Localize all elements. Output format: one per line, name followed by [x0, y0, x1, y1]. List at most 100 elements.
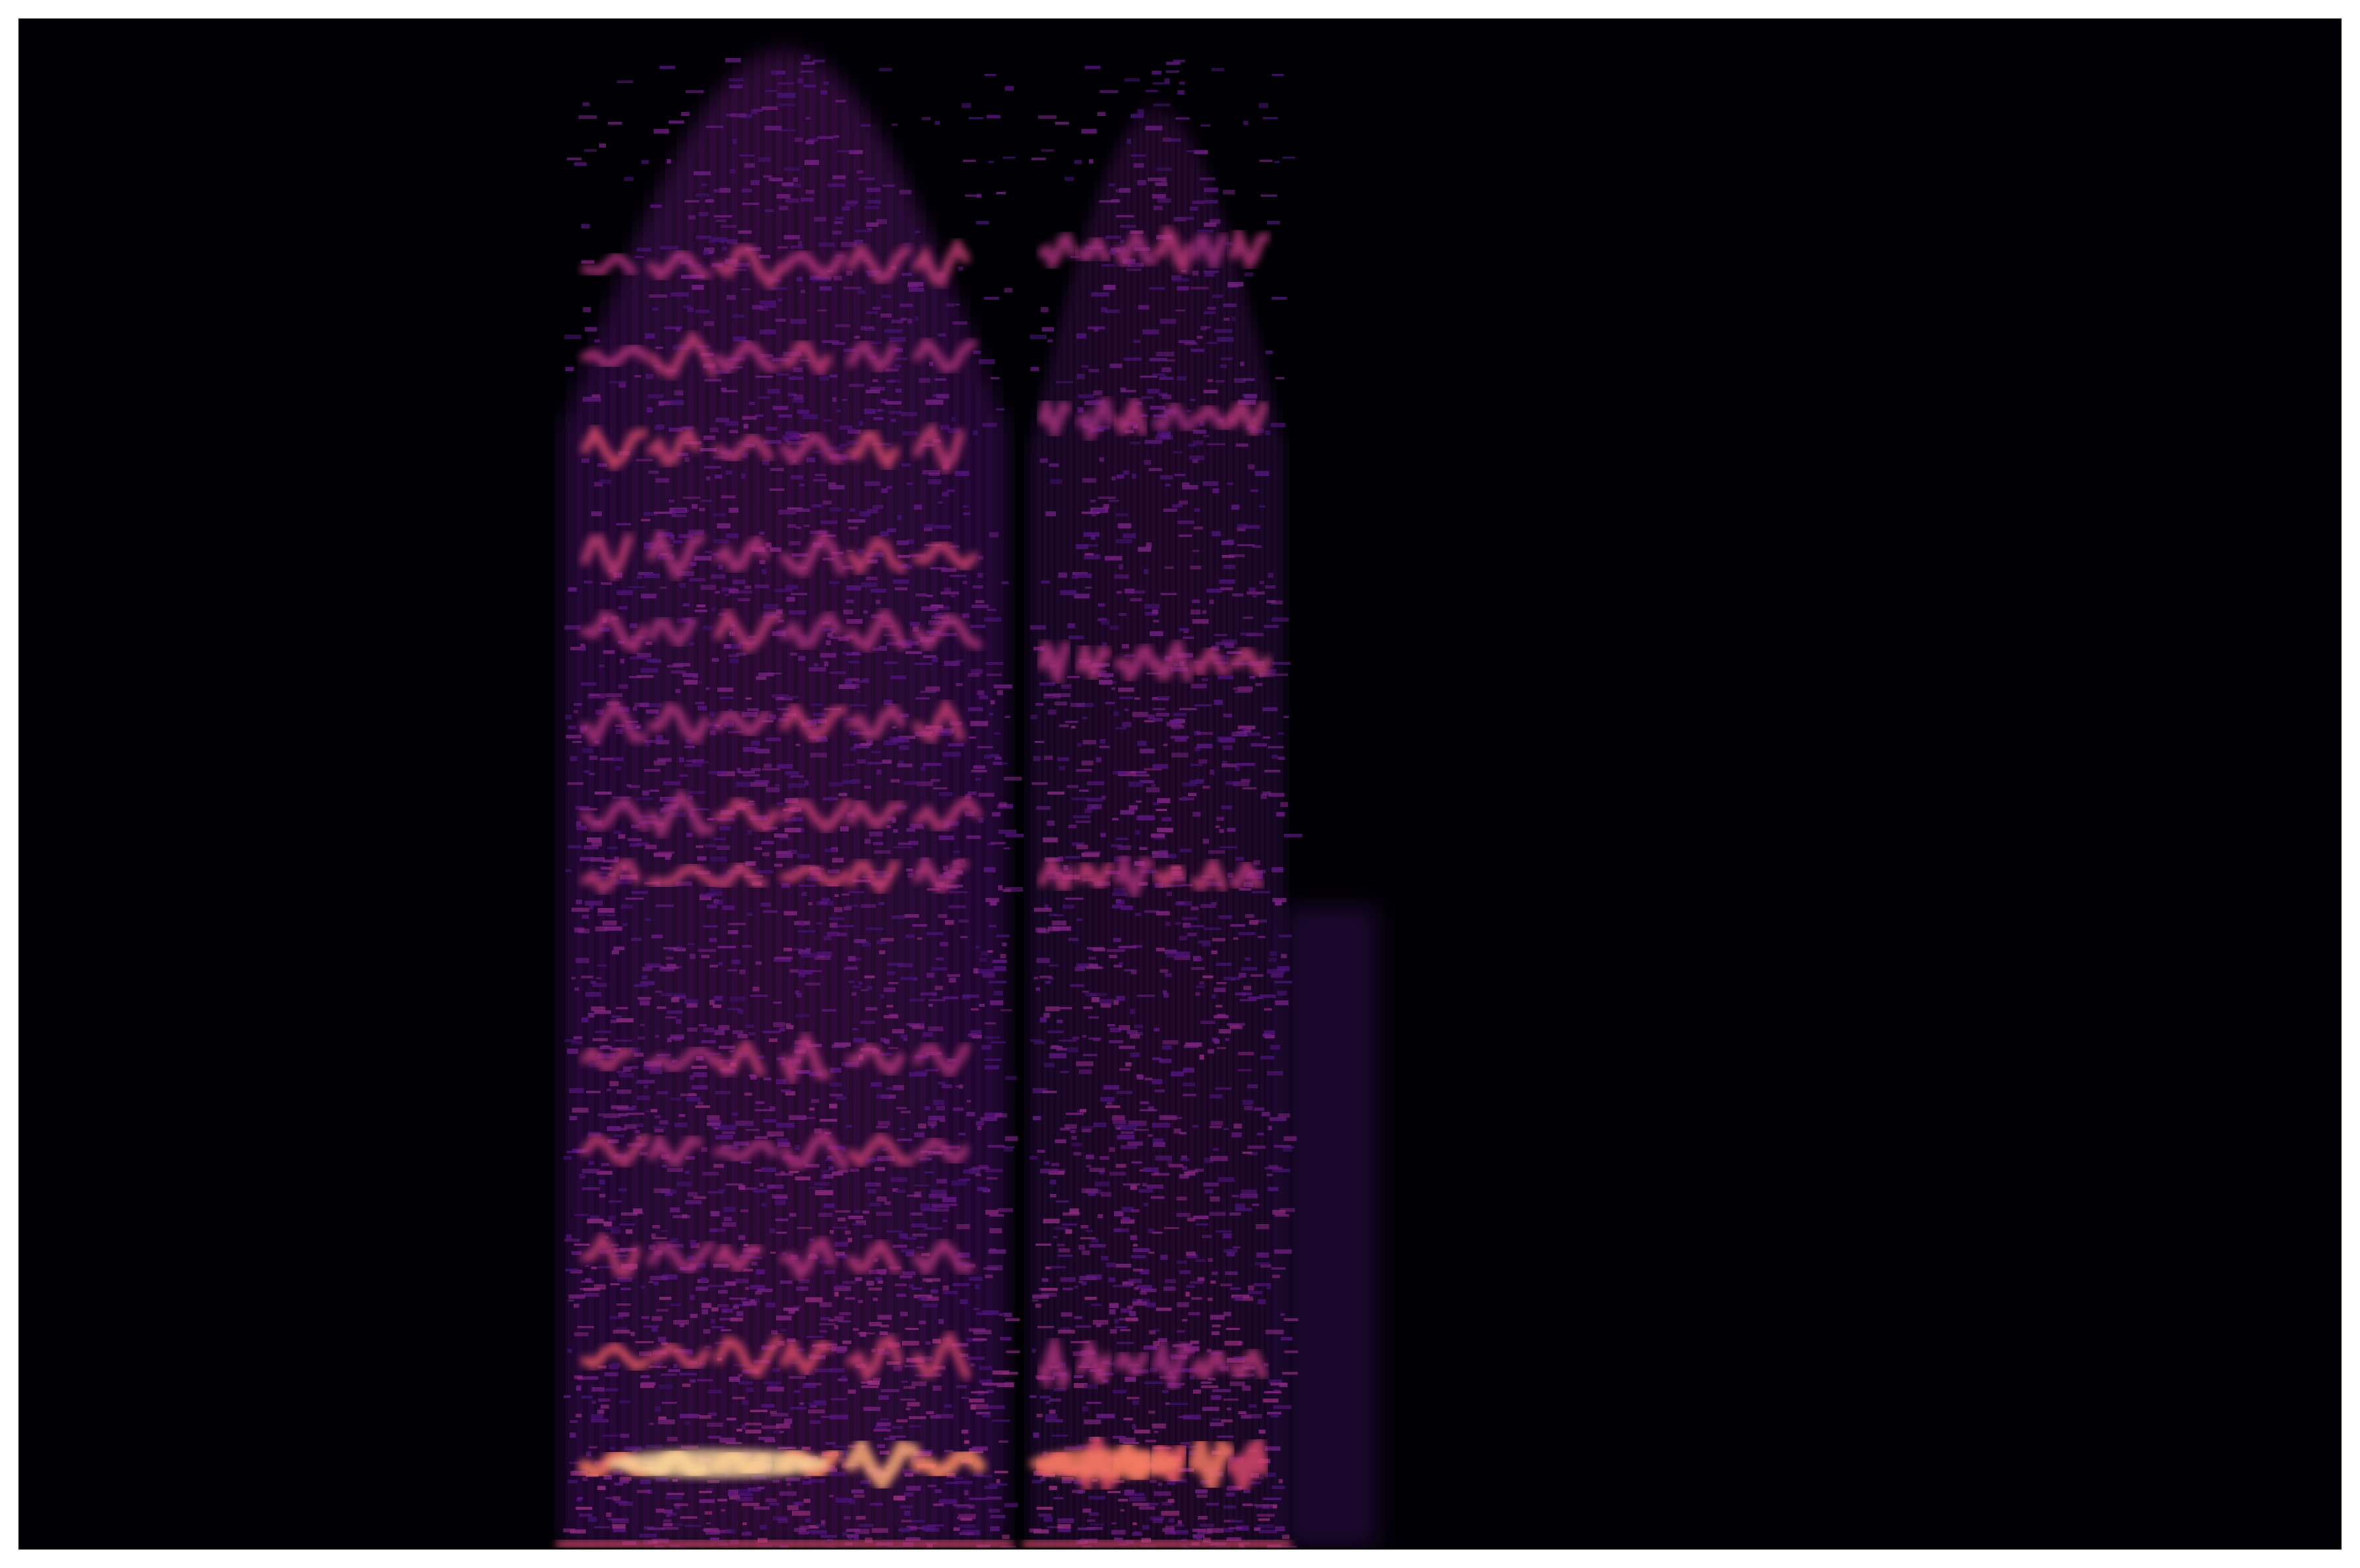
speckle-1-1289 [679, 1372, 697, 1376]
speckle-2-812 [1189, 455, 1204, 461]
speckle-1-1931 [589, 904, 594, 910]
speckle-1-486 [583, 769, 590, 773]
speckle-2-822 [1053, 1235, 1058, 1239]
speckle-2-326 [1124, 78, 1140, 82]
speckle-1-380 [597, 1113, 604, 1117]
speckle-1-1885 [725, 533, 739, 539]
speckle-2-137 [1196, 1494, 1208, 1498]
speckle-1-1707 [947, 974, 960, 977]
speckle-2-253 [1117, 1091, 1132, 1095]
speckle-1-111 [568, 845, 582, 849]
speckle-1-1506 [828, 484, 845, 490]
speckle-2-152 [1193, 550, 1200, 552]
speckle-2-554 [1199, 981, 1204, 985]
speckle-1-1812 [818, 1212, 833, 1217]
speckle-2-723 [1120, 239, 1125, 244]
speckle-2-1420 [1156, 1307, 1172, 1311]
speckle-1-1273 [590, 981, 597, 984]
speckle-2-215 [1146, 389, 1160, 394]
speckle-1-1886 [671, 670, 686, 674]
speckle-1-1381 [955, 682, 963, 686]
speckle-2-150 [1138, 546, 1152, 552]
speckle-1-373 [805, 189, 814, 194]
speckle-2-396 [1057, 1255, 1073, 1257]
speckle-2-1090 [1071, 1142, 1083, 1147]
speckle-2-367 [1151, 1173, 1169, 1176]
speckle-2-857 [1029, 1156, 1038, 1160]
speckle-1-535 [847, 519, 866, 523]
speckle-1-153 [869, 1322, 882, 1326]
speckle-1-2589 [730, 113, 746, 117]
speckle-1-327 [695, 193, 709, 197]
speckle-1-674 [984, 1065, 999, 1070]
speckle-1-2011 [581, 645, 586, 651]
speckle-2-1333 [1086, 797, 1103, 802]
speckle-2-1330 [1180, 1158, 1190, 1161]
speckle-1-1804 [843, 906, 852, 911]
speckle-1-2560 [744, 1422, 762, 1425]
speckle-2-811 [1190, 764, 1203, 766]
speckle-2-1465 [1109, 1309, 1116, 1315]
speckle-2-227 [1138, 1189, 1154, 1193]
speckle-2-550 [1255, 682, 1262, 686]
speckle-1-2171 [671, 292, 689, 297]
speckle-2-1381 [1124, 969, 1134, 972]
speckle-2-920 [1266, 600, 1276, 603]
speckle-2-580 [1041, 1278, 1049, 1282]
speckle-2-695 [1201, 678, 1208, 682]
speckle-1-1389 [777, 1142, 791, 1148]
speckle-2-246 [1089, 1167, 1105, 1172]
speckle-2-997 [1203, 222, 1216, 227]
speckle-2-1027 [1155, 182, 1167, 187]
speckle-2-650 [1164, 566, 1174, 569]
speckle-1-1398 [886, 1087, 903, 1090]
speckle-1-957 [575, 1414, 582, 1418]
speckle-1-2568 [907, 1194, 920, 1197]
speckle-2-966 [1259, 994, 1276, 998]
speckle-2-766 [1187, 793, 1196, 797]
speckle-2-1321 [1032, 1116, 1041, 1121]
speckle-2-1299 [1076, 844, 1088, 849]
speckle-1-1049 [674, 1038, 682, 1041]
speckle-1-1519 [649, 1276, 668, 1280]
speckle-1-1391 [729, 1376, 740, 1382]
speckle-2-1175 [1264, 1391, 1282, 1394]
speckle-1-1814 [962, 581, 967, 584]
speckle-1-1675 [777, 764, 793, 769]
speckle-2-831 [1084, 586, 1092, 589]
speckle-2-535 [1179, 707, 1197, 711]
speckle-2-182 [1038, 1513, 1052, 1517]
speckle-1-647 [823, 419, 832, 422]
speckle-1-2061 [860, 1020, 876, 1025]
speckle-1-2254 [935, 1414, 954, 1419]
speckle-1-2409 [705, 125, 724, 129]
speckle-2-789 [1156, 713, 1169, 717]
speckle-1-2583 [611, 1015, 622, 1018]
speckle-2-1129 [1271, 867, 1284, 872]
speckle-1-60 [639, 1024, 645, 1026]
speckle-2-188 [1219, 829, 1224, 833]
speckle-1-2561 [808, 1187, 822, 1190]
speckle-1-1356 [962, 103, 971, 108]
speckle-1-317 [764, 209, 774, 212]
speckle-1-1552 [874, 850, 891, 854]
speckle-1-190 [1004, 1382, 1014, 1388]
speckle-1-1888 [852, 1223, 865, 1225]
speckle-1-795 [610, 1283, 620, 1286]
speckle-1-1390 [897, 763, 913, 768]
speckle-1-2450 [741, 288, 751, 291]
speckle-2-582 [1032, 1348, 1037, 1354]
speckle-1-1784 [879, 1331, 888, 1336]
speckle-2-1283 [1139, 1109, 1158, 1111]
speckle-2-32 [1038, 115, 1057, 119]
speckle-1-1728 [745, 697, 752, 700]
speckle-2-1188 [1142, 1524, 1150, 1530]
speckle-2-948 [1134, 1287, 1138, 1290]
speckle-2-1060 [1127, 139, 1132, 145]
speckle-2-889 [1231, 316, 1236, 321]
speckle-2-702 [1214, 987, 1226, 993]
speckle-1-564 [630, 1066, 639, 1069]
speckle-1-300 [775, 318, 786, 322]
speckle-1-144 [699, 1499, 715, 1503]
speckle-1-645 [951, 1180, 967, 1186]
